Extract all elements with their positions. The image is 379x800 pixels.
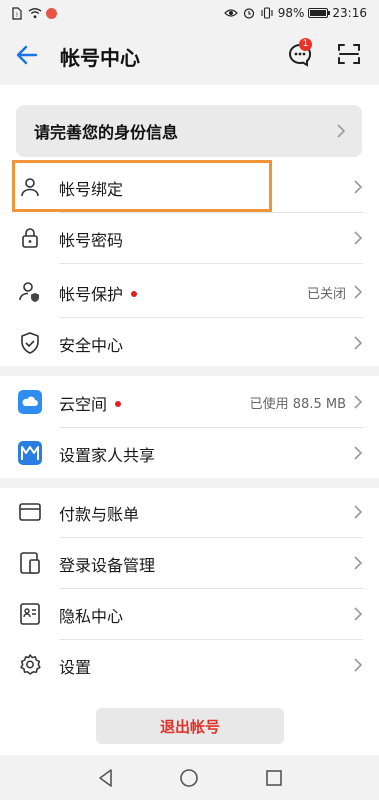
svg-text:!: !	[16, 12, 18, 19]
protection-status: 已关闭	[306, 287, 346, 302]
menu-item-label: 设置家人共享	[59, 446, 156, 465]
menu-item-label: 登录设备管理	[59, 556, 156, 575]
app-header: 帐号中心 1	[0, 30, 379, 80]
menu-item-label: 帐号保护	[59, 281, 138, 305]
page-title: 帐号中心	[60, 46, 140, 70]
devices-icon	[20, 552, 40, 574]
lock-icon	[22, 228, 38, 248]
message-badge: 1	[299, 38, 312, 51]
red-dot-badge	[115, 400, 122, 407]
id-card-icon	[20, 603, 40, 625]
section-gap	[0, 366, 379, 376]
chevron-right-icon	[354, 395, 363, 409]
chevron-right-icon	[354, 556, 363, 570]
logout-button[interactable]: 退出帐号	[96, 708, 284, 744]
back-arrow-icon[interactable]	[14, 42, 40, 68]
eye-icon	[223, 6, 238, 20]
chevron-right-icon	[337, 124, 346, 138]
wifi-icon	[28, 6, 42, 20]
highlight-box	[12, 160, 272, 212]
cloud-icon	[18, 390, 42, 414]
chevron-right-icon	[354, 446, 363, 460]
chevron-right-icon	[354, 336, 363, 350]
chevron-right-icon	[354, 607, 363, 621]
shield-check-icon	[21, 332, 39, 354]
identity-banner-text: 请完善您的身份信息	[34, 123, 179, 142]
divider	[59, 263, 363, 264]
cloud-usage: 已使用 88.5 MB	[249, 397, 346, 412]
menu-item-family-share[interactable]: 设置家人共享	[0, 428, 379, 478]
chevron-right-icon	[354, 505, 363, 519]
nav-recents-icon[interactable]	[263, 767, 285, 789]
card-icon	[19, 503, 41, 521]
battery-icon	[308, 8, 331, 18]
menu-item-label: 隐私中心	[59, 607, 124, 626]
person-shield-icon	[19, 282, 39, 302]
gear-icon	[20, 654, 41, 675]
red-dot-badge	[131, 290, 138, 297]
menu-item-cloud[interactable]: 云空间 已使用 88.5 MB	[0, 377, 379, 427]
notification-app-icon	[46, 7, 57, 19]
alarm-icon	[242, 6, 256, 20]
menu-item-label: 帐号密码	[59, 231, 124, 250]
menu-item-label: 安全中心	[59, 336, 124, 355]
menu-item-label: 付款与账单	[59, 505, 140, 524]
menu-item-label: 设置	[59, 658, 92, 677]
system-nav-bar	[0, 756, 379, 800]
menu-item-privacy-center[interactable]: 隐私中心	[0, 589, 379, 639]
family-share-icon	[18, 441, 42, 465]
nav-back-icon[interactable]	[95, 767, 117, 789]
menu-item-device-management[interactable]: 登录设备管理	[0, 538, 379, 588]
scan-icon[interactable]	[337, 42, 361, 66]
nav-home-icon[interactable]	[178, 767, 200, 789]
identity-banner[interactable]: 请完善您的身份信息	[16, 105, 362, 157]
sim-card-icon: !	[10, 6, 24, 20]
battery-percent: 98%	[277, 6, 305, 20]
chevron-right-icon	[354, 231, 363, 245]
status-bar: ! 98% 23:16	[0, 0, 379, 30]
account-content: 请完善您的身份信息 帐号绑定 帐号密码 帐号保护 已关闭 安全中心 云空间 已使…	[0, 85, 379, 755]
menu-item-security-center[interactable]: 安全中心	[0, 318, 379, 368]
menu-item-account-password[interactable]: 帐号密码	[0, 213, 379, 263]
menu-item-label: 云空间	[59, 391, 122, 415]
menu-item-payment[interactable]: 付款与账单	[0, 487, 379, 537]
chevron-right-icon	[354, 180, 363, 194]
menu-item-account-protection[interactable]: 帐号保护 已关闭	[0, 267, 379, 317]
chevron-right-icon	[354, 658, 363, 672]
chevron-right-icon	[354, 285, 363, 299]
clock: 23:16	[332, 6, 367, 20]
menu-item-settings[interactable]: 设置	[0, 640, 379, 690]
vibrate-icon	[260, 6, 274, 20]
